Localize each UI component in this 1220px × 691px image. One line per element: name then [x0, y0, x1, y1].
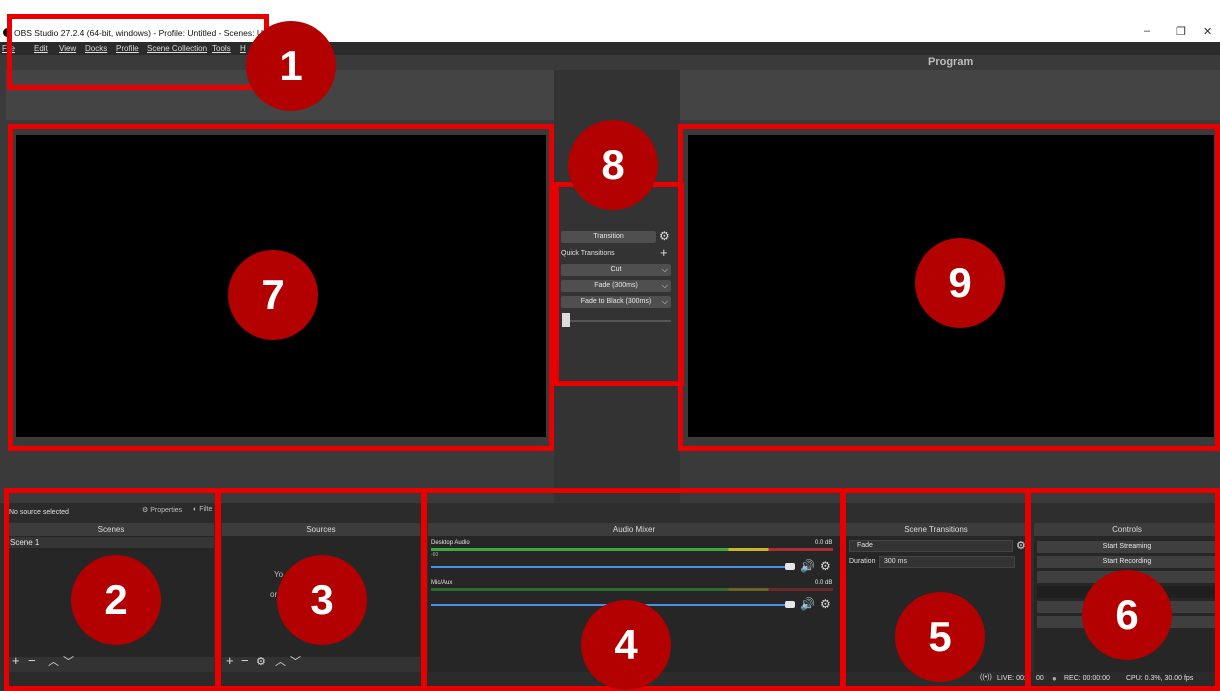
restore-button[interactable]: ❐: [1176, 25, 1186, 38]
program-header: [680, 70, 1220, 120]
annotation-box-1: [7, 14, 269, 90]
program-label: Program: [928, 56, 974, 68]
minimize-button[interactable]: –: [1144, 25, 1150, 37]
annotation-badge-6: 6: [1082, 570, 1172, 660]
annotation-badge-4: 4: [581, 600, 671, 690]
annotation-badge-3: 3: [277, 555, 367, 645]
annotation-badge-1: 1: [246, 21, 336, 111]
annotation-badge-5: 5: [895, 592, 985, 682]
annotation-badge-2: 2: [71, 555, 161, 645]
annotation-box-8: [554, 182, 684, 386]
annotation-badge-9: 9: [915, 238, 1005, 328]
annotation-badge-7: 7: [228, 250, 318, 340]
annotation-badge-8: 8: [568, 120, 658, 210]
close-button[interactable]: ✕: [1203, 25, 1212, 38]
